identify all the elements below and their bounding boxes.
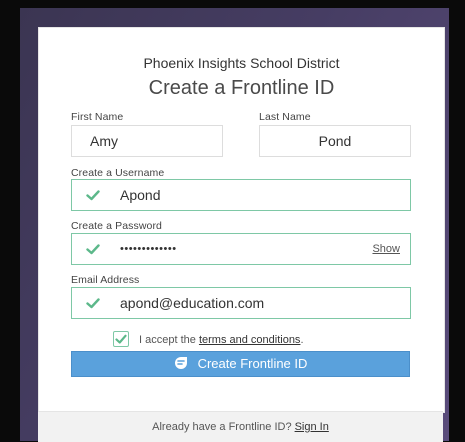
terms-prefix: I accept the xyxy=(139,334,199,346)
signup-card: Phoenix Insights School District Create … xyxy=(38,27,445,413)
password-value: ••••••••••••• xyxy=(120,243,177,255)
terms-text: I accept the terms and conditions. xyxy=(139,332,304,348)
check-icon xyxy=(86,298,100,309)
frontline-logo-icon xyxy=(174,357,187,369)
first-name-input[interactable]: Amy xyxy=(71,125,223,157)
last-name-input[interactable]: Pond xyxy=(259,125,411,157)
password-input[interactable]: ••••••••••••• Show xyxy=(71,233,411,265)
terms-link[interactable]: terms and conditions xyxy=(199,334,301,346)
page-title: Create a Frontline ID xyxy=(148,77,335,99)
district-name: Phoenix Insights School District xyxy=(143,55,340,71)
password-label: Create a Password xyxy=(71,220,162,232)
footer: Already have a Frontline ID? Sign In xyxy=(38,411,443,442)
email-value: apond@education.com xyxy=(120,295,265,311)
last-name-label: Last Name xyxy=(259,111,311,123)
create-frontline-id-button[interactable]: Create Frontline ID xyxy=(71,351,410,377)
check-icon xyxy=(86,244,100,255)
first-name-value: Amy xyxy=(90,133,118,149)
email-label: Email Address xyxy=(71,274,140,286)
create-frontline-id-label: Create Frontline ID xyxy=(197,356,308,371)
username-input[interactable]: Apond xyxy=(71,179,411,211)
username-label: Create a Username xyxy=(71,167,165,179)
sign-in-prompt: Already have a Frontline ID? Sign In xyxy=(38,421,443,433)
terms-suffix: . xyxy=(300,334,304,346)
first-name-label: First Name xyxy=(71,111,124,123)
show-password-link[interactable]: Show xyxy=(372,234,400,264)
username-value: Apond xyxy=(120,187,161,203)
checkbox-check-icon xyxy=(115,334,127,344)
check-icon xyxy=(86,190,100,201)
sign-in-link[interactable]: Sign In xyxy=(295,421,329,433)
last-name-value: Pond xyxy=(318,133,352,149)
email-input[interactable]: apond@education.com xyxy=(71,287,411,319)
sign-in-prompt-text: Already have a Frontline ID? xyxy=(152,421,292,433)
terms-checkbox[interactable] xyxy=(113,331,129,347)
